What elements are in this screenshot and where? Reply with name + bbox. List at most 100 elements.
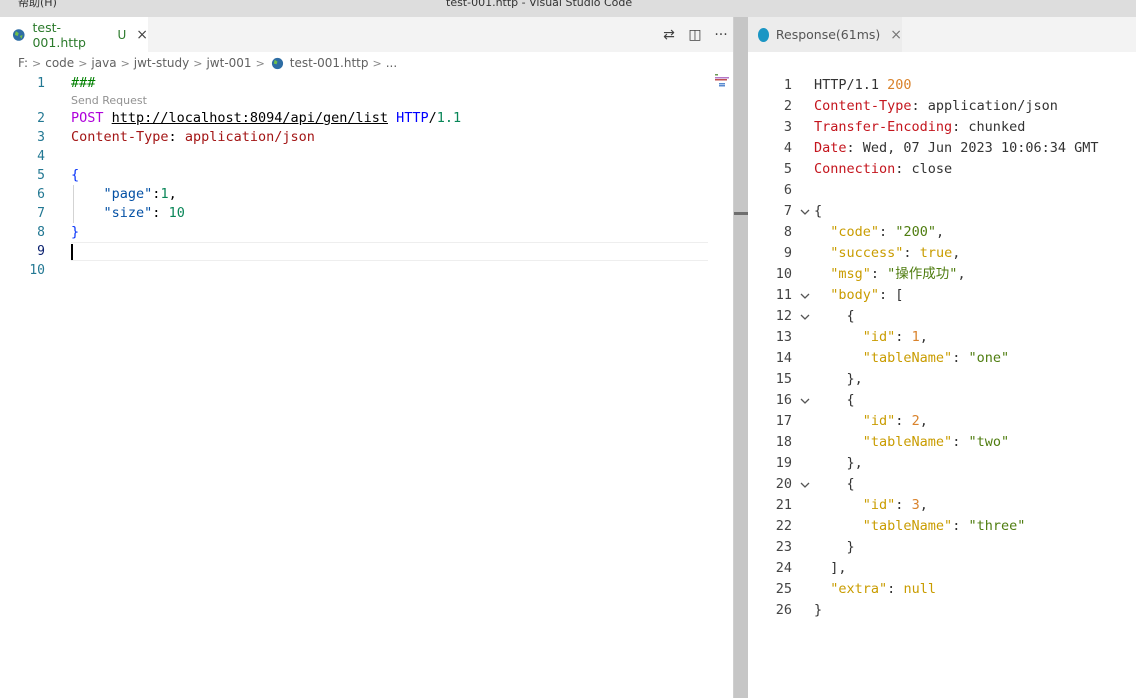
response-token: { bbox=[814, 308, 855, 324]
response-token: : bbox=[887, 581, 904, 597]
globe-file-icon bbox=[271, 57, 283, 69]
response-token: : bbox=[895, 413, 912, 429]
editor-scrollbar[interactable] bbox=[733, 17, 748, 698]
more-actions-icon[interactable]: ··· bbox=[708, 27, 734, 43]
response-token bbox=[814, 224, 830, 240]
response-text: "id": 1, bbox=[814, 327, 928, 348]
response-text: "id": 3, bbox=[814, 495, 928, 516]
response-text: "id": 2, bbox=[814, 411, 928, 432]
line-number: 4 bbox=[37, 149, 45, 164]
current-line: 9 bbox=[0, 242, 708, 261]
http-version: 1.1 bbox=[436, 110, 462, 126]
line-number: 6 bbox=[783, 182, 792, 198]
response-text: Connection: close bbox=[814, 159, 952, 180]
response-token: : bbox=[870, 266, 888, 282]
code-line: 1 ### bbox=[0, 74, 708, 93]
split-editor-icon[interactable]: ◫ bbox=[682, 27, 708, 43]
breadcrumb-code[interactable]: code bbox=[45, 56, 74, 70]
header-line: Content-Type: application/json bbox=[71, 129, 315, 145]
fold-chevron-icon[interactable] bbox=[798, 474, 812, 495]
header-name: Content-Type bbox=[71, 129, 169, 145]
response-token: "操作成功" bbox=[887, 266, 958, 282]
tab-label: test-001.http bbox=[32, 19, 86, 50]
line-number: 10 bbox=[775, 266, 792, 282]
code-line: 8 } bbox=[0, 223, 708, 242]
breadcrumb-jwt-001[interactable]: jwt-001 bbox=[206, 56, 251, 70]
response-text: Transfer-Encoding: chunked bbox=[814, 117, 1025, 138]
close-icon[interactable]: × bbox=[890, 27, 902, 43]
line-number: 5 bbox=[783, 161, 792, 177]
response-text: "success": true, bbox=[814, 243, 960, 264]
scrollbar-thumb[interactable] bbox=[734, 212, 748, 215]
fold-chevron-icon[interactable] bbox=[798, 306, 812, 327]
response-token: : bbox=[903, 245, 920, 261]
response-token: "success" bbox=[830, 245, 904, 261]
code-editor[interactable]: 1 ### Send Request 2 POST http://localho… bbox=[0, 74, 708, 280]
response-token: } bbox=[814, 602, 823, 618]
response-token: "body" bbox=[830, 287, 880, 303]
breadcrumb-symbols[interactable]: ... bbox=[386, 56, 397, 70]
response-token: , bbox=[957, 266, 966, 282]
code-text: } bbox=[71, 224, 80, 240]
line-number: 16 bbox=[775, 392, 792, 408]
response-text: "body": [ bbox=[814, 285, 903, 306]
response-token: , bbox=[919, 413, 928, 429]
request-line: POST http://localhost:8094/api/gen/list … bbox=[71, 109, 461, 128]
response-text: HTTP/1.1 200 bbox=[814, 75, 912, 96]
send-request-link[interactable]: Send Request bbox=[71, 94, 147, 107]
code-line: 4 bbox=[0, 147, 708, 166]
response-token: }, bbox=[814, 455, 863, 471]
response-token bbox=[814, 413, 863, 429]
json-key: "size" bbox=[103, 205, 153, 221]
chevron-right-icon: > bbox=[193, 56, 203, 70]
fold-chevron-icon[interactable] bbox=[798, 285, 812, 306]
chevron-right-icon: > bbox=[255, 56, 265, 70]
breadcrumb-java[interactable]: java bbox=[91, 56, 116, 70]
line-number: 5 bbox=[37, 168, 45, 183]
response-token: : bbox=[879, 224, 896, 240]
response-token: : bbox=[952, 518, 969, 534]
request-url[interactable]: http://localhost:8094/api/gen/list bbox=[112, 110, 388, 126]
response-token bbox=[814, 518, 863, 534]
code-line: 10 bbox=[0, 261, 708, 280]
line-number: 15 bbox=[775, 371, 792, 387]
line-number: 1 bbox=[37, 76, 45, 91]
tab-test-001-http[interactable]: test-001.http U × bbox=[0, 17, 148, 52]
line-number: 4 bbox=[783, 140, 792, 156]
response-token: { bbox=[814, 392, 855, 408]
response-token: : bbox=[952, 434, 969, 450]
line-number: 3 bbox=[783, 119, 792, 135]
code-line: 6 "page":1, bbox=[0, 185, 708, 204]
response-text: "tableName": "two" bbox=[814, 432, 1009, 453]
response-token: Connection bbox=[814, 161, 896, 177]
fold-chevron-icon[interactable] bbox=[798, 201, 812, 222]
response-token: : application/json bbox=[911, 98, 1058, 114]
editor-tab-bar: test-001.http U × ⇄ ◫ ··· bbox=[0, 17, 734, 52]
response-token bbox=[814, 497, 863, 513]
line-number: 22 bbox=[775, 518, 792, 534]
breadcrumb-file[interactable]: test-001.http bbox=[290, 56, 369, 70]
minimap[interactable] bbox=[715, 73, 733, 91]
compare-changes-icon[interactable]: ⇄ bbox=[656, 27, 682, 43]
response-preview-icon bbox=[758, 27, 769, 42]
response-text: } bbox=[814, 600, 822, 621]
http-slash: / bbox=[428, 110, 437, 126]
line-number: 12 bbox=[775, 308, 792, 324]
response-token: "extra" bbox=[830, 581, 888, 597]
breadcrumb-drive[interactable]: F: bbox=[18, 56, 28, 70]
close-icon[interactable]: × bbox=[136, 27, 148, 43]
response-token bbox=[814, 581, 830, 597]
response-token: : bbox=[952, 350, 969, 366]
breadcrumb-jwt-study[interactable]: jwt-study bbox=[134, 56, 189, 70]
code-text: { bbox=[71, 167, 80, 183]
response-token bbox=[814, 350, 863, 366]
menu-help[interactable]: 帮助(H) bbox=[18, 0, 57, 9]
codelens: Send Request bbox=[0, 93, 708, 109]
json-comma: , bbox=[168, 186, 177, 202]
tab-response[interactable]: Response(61ms) × bbox=[748, 17, 902, 52]
response-token: true bbox=[919, 245, 953, 261]
title-bar: 帮助(H) test-001.http - Visual Studio Code bbox=[0, 0, 1136, 17]
chevron-right-icon: > bbox=[372, 56, 382, 70]
response-panel: Response(61ms) × 1 HTTP/1.1 200 2 Content-T… bbox=[748, 17, 1136, 698]
fold-chevron-icon[interactable] bbox=[798, 390, 812, 411]
